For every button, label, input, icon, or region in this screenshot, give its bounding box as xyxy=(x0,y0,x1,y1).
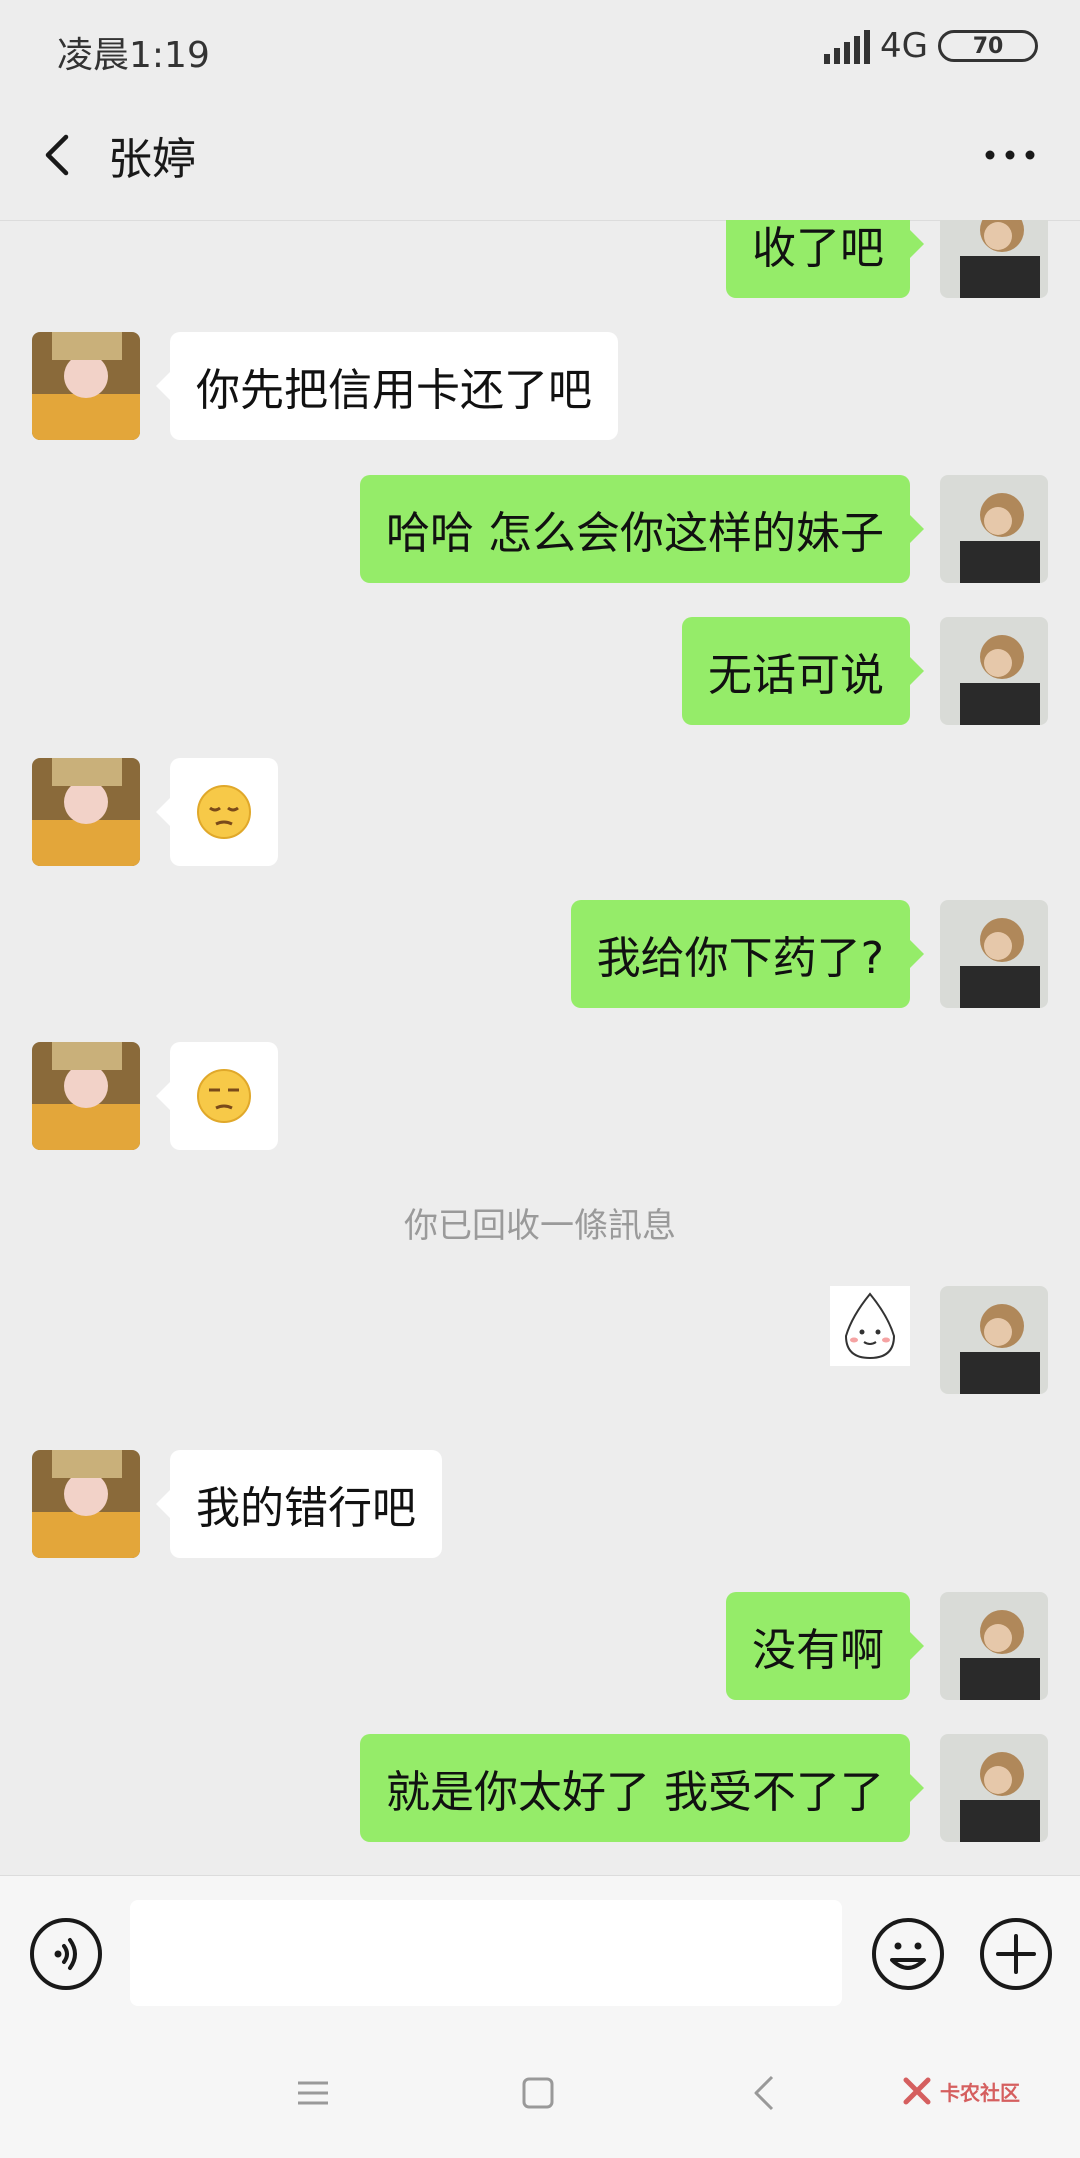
message-text: 我给你下药了? xyxy=(596,933,884,984)
input-bar xyxy=(0,1875,1080,2029)
my-avatar[interactable] xyxy=(940,900,1048,1008)
message-bubble-sent[interactable]: 就是你太好了 我受不了了 xyxy=(360,1734,924,1842)
message-text: 没有啊 xyxy=(752,1625,884,1676)
message-bubble-received[interactable] xyxy=(156,1042,278,1150)
watermark-logo-icon xyxy=(903,2077,931,2105)
my-avatar[interactable] xyxy=(940,220,1048,298)
message-bubble-received[interactable]: 你先把信用卡还了吧 xyxy=(156,332,618,440)
message-text: 我的错行吧 xyxy=(196,1483,416,1534)
contact-avatar[interactable] xyxy=(32,332,140,440)
my-avatar[interactable] xyxy=(940,475,1048,583)
my-avatar[interactable] xyxy=(940,1286,1048,1394)
message-row: 就是你太好了 我受不了了 xyxy=(0,1734,1080,1844)
status-time: 凌晨1:19 xyxy=(57,35,210,76)
message-row: 你先把信用卡还了吧 xyxy=(0,332,1080,442)
recent-apps-icon[interactable] xyxy=(296,2076,330,2110)
message-row xyxy=(0,1042,1080,1152)
battery-level: 70 xyxy=(972,33,1004,59)
contact-avatar[interactable] xyxy=(32,1450,140,1558)
message-bubble-sent[interactable]: 我给你下药了? xyxy=(570,900,925,1008)
meme-sticker[interactable] xyxy=(830,1286,910,1366)
message-list[interactable]: 收了吧 你先把信用卡还了吧 哈哈 怎么会你这样的妹子 无话可说 我给你下药了? … xyxy=(0,220,1080,1875)
message-bubble-sent[interactable]: 收了吧 xyxy=(726,220,924,298)
battery-icon: 70 xyxy=(938,30,1038,62)
message-row: 我给你下药了? xyxy=(0,900,1080,1010)
message-text: 无话可说 xyxy=(708,650,884,701)
nav-back-icon[interactable] xyxy=(752,2074,776,2112)
message-bubble-received[interactable] xyxy=(156,758,278,866)
message-text: 哈哈 怎么会你这样的妹子 xyxy=(386,508,884,559)
more-options-icon[interactable] xyxy=(980,135,1040,175)
message-text: 收了吧 xyxy=(752,223,884,274)
message-row: 哈哈 怎么会你这样的妹子 xyxy=(0,475,1080,585)
signal-icon xyxy=(824,28,871,64)
message-row: 无话可说 xyxy=(0,617,1080,727)
message-bubble-received[interactable]: 我的错行吧 xyxy=(156,1450,442,1558)
my-avatar[interactable] xyxy=(940,1734,1048,1842)
network-type: 4G xyxy=(880,26,928,66)
message-row: 没有啊 xyxy=(0,1592,1080,1702)
my-avatar[interactable] xyxy=(940,617,1048,725)
message-text: 你先把信用卡还了吧 xyxy=(196,365,592,416)
message-row xyxy=(0,758,1080,868)
system-nav-bar: 卡农社区 xyxy=(0,2028,1080,2158)
contact-avatar[interactable] xyxy=(32,1042,140,1150)
message-bubble-sent[interactable]: 无话可说 xyxy=(682,617,924,725)
message-row xyxy=(0,1286,1080,1396)
contact-avatar[interactable] xyxy=(32,758,140,866)
watermark: 卡农社区 xyxy=(900,2068,1030,2114)
watermark-text: 卡农社区 xyxy=(940,2080,1020,2105)
home-icon[interactable] xyxy=(521,2076,555,2110)
recall-notice: 你已回收一條訊息 xyxy=(404,1206,676,1246)
status-icons: 4G 70 xyxy=(824,26,1038,66)
chat-title: 张婷 xyxy=(108,134,196,185)
chat-header: 张婷 xyxy=(0,95,1080,221)
unamused-face-icon xyxy=(197,1069,251,1123)
message-text: 就是你太好了 我受不了了 xyxy=(386,1767,884,1818)
message-bubble-sent[interactable]: 没有啊 xyxy=(726,1592,924,1700)
back-arrow-icon[interactable] xyxy=(30,125,90,185)
message-input[interactable] xyxy=(130,1900,842,2006)
my-avatar[interactable] xyxy=(940,1592,1048,1700)
message-row: 我的错行吧 xyxy=(0,1450,1080,1560)
plus-more-icon[interactable] xyxy=(978,1916,1054,1992)
emoji-picker-icon[interactable] xyxy=(870,1916,946,1992)
message-row: 收了吧 xyxy=(0,220,1080,300)
status-bar: 凌晨1:19 4G 70 xyxy=(0,0,1080,95)
pensive-face-icon xyxy=(197,785,251,839)
message-bubble-sent[interactable]: 哈哈 怎么会你这样的妹子 xyxy=(360,475,924,583)
voice-input-icon[interactable] xyxy=(28,1916,104,1992)
